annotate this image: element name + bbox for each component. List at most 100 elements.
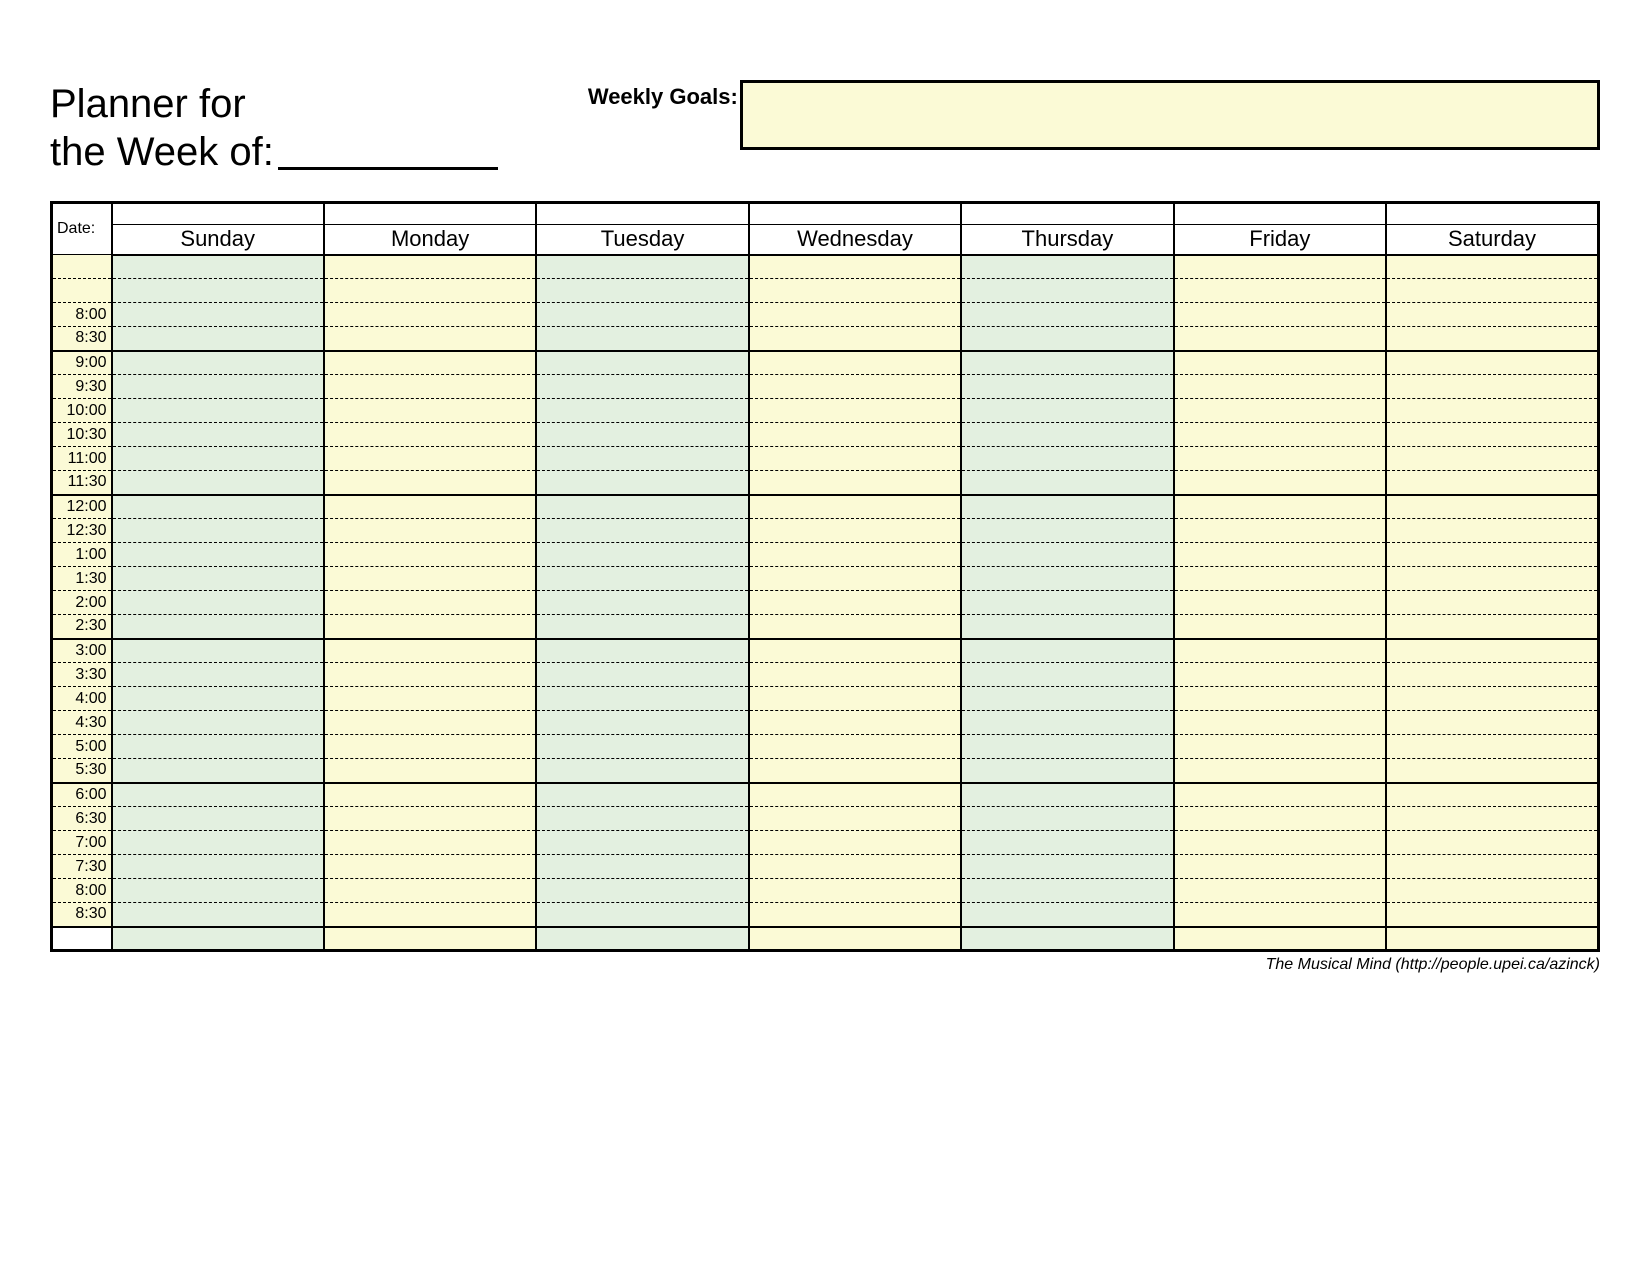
planner-cell[interactable]: [749, 759, 961, 783]
planner-cell[interactable]: [1386, 663, 1598, 687]
planner-cell[interactable]: [324, 255, 536, 279]
planner-cell[interactable]: [1174, 687, 1386, 711]
planner-cell[interactable]: [536, 639, 748, 663]
planner-cell[interactable]: [536, 735, 748, 759]
planner-cell[interactable]: [1174, 255, 1386, 279]
planner-cell[interactable]: [961, 711, 1173, 735]
planner-cell[interactable]: [112, 423, 324, 447]
planner-cell[interactable]: [324, 327, 536, 351]
planner-cell[interactable]: [112, 567, 324, 591]
planner-cell[interactable]: [749, 711, 961, 735]
planner-cell[interactable]: [324, 807, 536, 831]
planner-cell[interactable]: [1174, 711, 1386, 735]
planner-cell[interactable]: [1386, 687, 1598, 711]
planner-cell[interactable]: [112, 639, 324, 663]
planner-cell[interactable]: [1174, 615, 1386, 639]
planner-cell[interactable]: [749, 495, 961, 519]
planner-cell[interactable]: [112, 807, 324, 831]
planner-cell[interactable]: [536, 495, 748, 519]
planner-cell[interactable]: [112, 759, 324, 783]
planner-cell[interactable]: [749, 303, 961, 327]
weekly-goals-box[interactable]: [740, 80, 1600, 150]
planner-cell[interactable]: [1386, 399, 1598, 423]
planner-cell[interactable]: [536, 903, 748, 927]
planner-cell[interactable]: [961, 903, 1173, 927]
planner-cell[interactable]: [1174, 903, 1386, 927]
planner-cell[interactable]: [112, 879, 324, 903]
planner-cell[interactable]: [1386, 879, 1598, 903]
planner-cell[interactable]: [324, 615, 536, 639]
planner-cell[interactable]: [961, 543, 1173, 567]
planner-cell[interactable]: [112, 303, 324, 327]
planner-cell[interactable]: [1386, 639, 1598, 663]
day-date-blank[interactable]: [112, 203, 324, 225]
planner-cell[interactable]: [112, 255, 324, 279]
planner-cell[interactable]: [112, 783, 324, 807]
planner-cell[interactable]: [324, 447, 536, 471]
planner-cell[interactable]: [749, 615, 961, 639]
planner-cell[interactable]: [324, 783, 536, 807]
planner-cell[interactable]: [112, 591, 324, 615]
planner-cell[interactable]: [112, 495, 324, 519]
planner-cell[interactable]: [749, 735, 961, 759]
planner-cell[interactable]: [112, 327, 324, 351]
planner-cell[interactable]: [536, 831, 748, 855]
planner-cell[interactable]: [536, 423, 748, 447]
day-date-blank[interactable]: [749, 203, 961, 225]
planner-cell[interactable]: [1174, 375, 1386, 399]
day-date-blank[interactable]: [1386, 203, 1598, 225]
planner-cell[interactable]: [324, 471, 536, 495]
planner-cell[interactable]: [1174, 495, 1386, 519]
planner-cell[interactable]: [1386, 855, 1598, 879]
planner-cell[interactable]: [749, 519, 961, 543]
planner-cell[interactable]: [749, 903, 961, 927]
planner-cell[interactable]: [961, 831, 1173, 855]
planner-cell[interactable]: [1386, 903, 1598, 927]
planner-cell[interactable]: [324, 831, 536, 855]
planner-cell[interactable]: [536, 615, 748, 639]
planner-cell[interactable]: [1174, 567, 1386, 591]
planner-cell[interactable]: [961, 447, 1173, 471]
planner-cell[interactable]: [961, 735, 1173, 759]
planner-cell[interactable]: [749, 663, 961, 687]
planner-cell[interactable]: [1386, 759, 1598, 783]
planner-cell[interactable]: [961, 591, 1173, 615]
planner-cell[interactable]: [536, 879, 748, 903]
planner-cell[interactable]: [1174, 327, 1386, 351]
planner-cell[interactable]: [536, 399, 748, 423]
planner-cell[interactable]: [961, 567, 1173, 591]
planner-cell[interactable]: [1386, 303, 1598, 327]
planner-cell[interactable]: [536, 711, 748, 735]
day-date-blank[interactable]: [536, 203, 748, 225]
footer-blank-cell[interactable]: [1174, 927, 1386, 951]
planner-cell[interactable]: [1174, 807, 1386, 831]
planner-cell[interactable]: [324, 903, 536, 927]
planner-cell[interactable]: [536, 687, 748, 711]
planner-cell[interactable]: [961, 759, 1173, 783]
planner-cell[interactable]: [1174, 399, 1386, 423]
planner-cell[interactable]: [1386, 591, 1598, 615]
planner-cell[interactable]: [1386, 327, 1598, 351]
planner-cell[interactable]: [112, 519, 324, 543]
planner-cell[interactable]: [536, 303, 748, 327]
planner-cell[interactable]: [536, 327, 748, 351]
planner-cell[interactable]: [749, 639, 961, 663]
planner-cell[interactable]: [324, 399, 536, 423]
planner-cell[interactable]: [961, 351, 1173, 375]
planner-cell[interactable]: [536, 519, 748, 543]
planner-cell[interactable]: [324, 279, 536, 303]
planner-cell[interactable]: [324, 543, 536, 567]
planner-cell[interactable]: [749, 783, 961, 807]
planner-cell[interactable]: [324, 735, 536, 759]
planner-cell[interactable]: [112, 663, 324, 687]
planner-cell[interactable]: [749, 567, 961, 591]
planner-cell[interactable]: [324, 639, 536, 663]
planner-cell[interactable]: [749, 543, 961, 567]
planner-cell[interactable]: [324, 591, 536, 615]
planner-cell[interactable]: [536, 351, 748, 375]
planner-cell[interactable]: [961, 807, 1173, 831]
planner-cell[interactable]: [536, 471, 748, 495]
planner-cell[interactable]: [1174, 879, 1386, 903]
planner-cell[interactable]: [1174, 519, 1386, 543]
planner-cell[interactable]: [1386, 519, 1598, 543]
